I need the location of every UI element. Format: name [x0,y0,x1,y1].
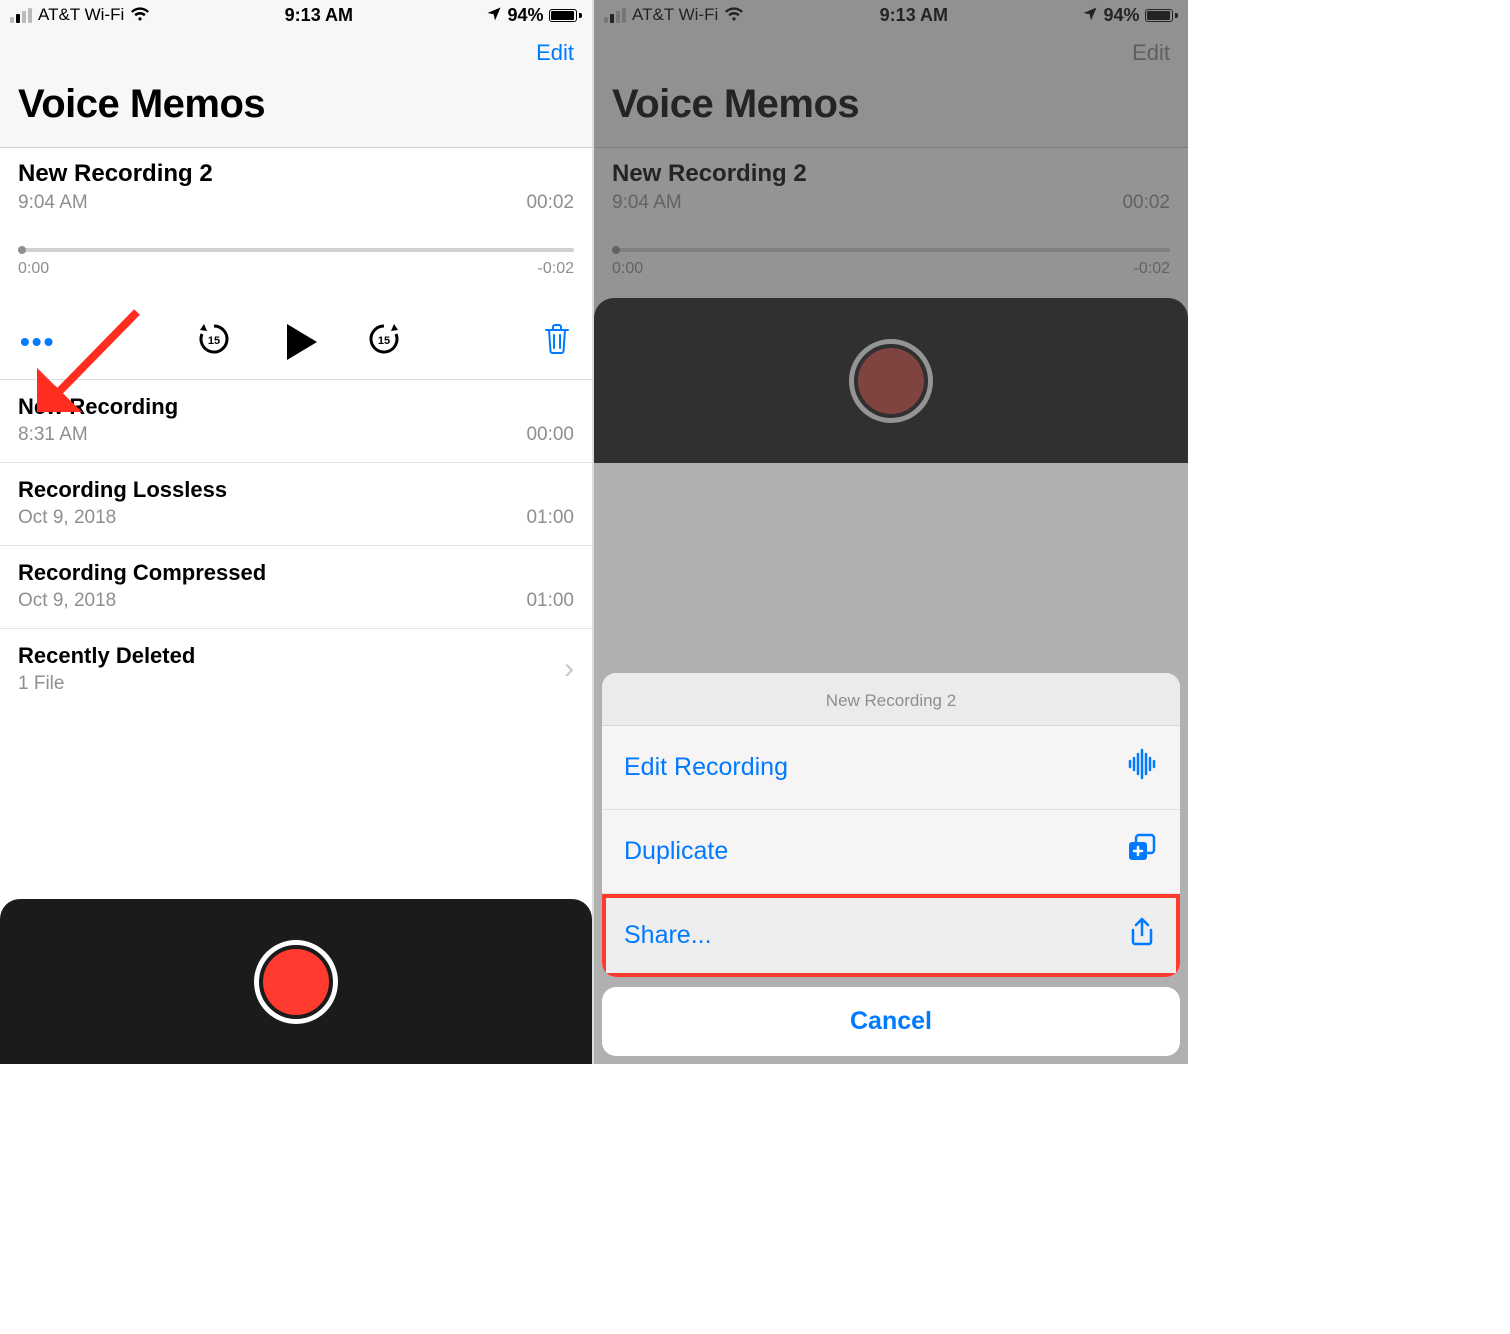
share-option[interactable]: Share... [602,894,1180,977]
action-sheet: New Recording 2 Edit Recording Duplicate… [602,673,1180,1056]
row-title: Recording Lossless [18,477,574,503]
option-label: Edit Recording [624,753,788,782]
waveform-icon [1126,748,1158,787]
battery-icon [549,9,582,22]
chevron-right-icon: › [564,652,574,686]
scrubber[interactable]: 0:00 -0:02 [18,248,574,278]
play-button[interactable] [281,324,317,360]
record-button[interactable] [254,940,338,1024]
screenshot-left: AT&T Wi-Fi 9:13 AM 94% Edit Voice Memos … [0,0,594,1064]
screenshot-right: AT&T Wi-Fi 9:13 AM 94% Edit Voice Memos … [594,0,1188,1064]
edit-recording-option[interactable]: Edit Recording [602,726,1180,810]
list-item[interactable]: Recording Lossless Oct 9, 2018 01:00 [0,463,592,546]
recording-time: 9:04 AM [18,192,88,214]
recently-deleted-row[interactable]: Recently Deleted 1 File › [0,629,592,711]
row-title: Recording Compressed [18,560,574,586]
row-sub: Oct 9, 2018 [18,590,116,612]
cancel-button[interactable]: Cancel [602,987,1180,1056]
scrub-end: -0:02 [538,260,574,278]
option-label: Duplicate [624,837,728,866]
row-title: New Recording [18,394,574,420]
status-bar: AT&T Wi-Fi 9:13 AM 94% [0,0,592,30]
cell-signal-icon [10,8,32,23]
trash-icon[interactable] [542,322,572,361]
wifi-icon [130,6,150,27]
expanded-recording: New Recording 2 9:04 AM 00:02 0:00 -0:02… [0,148,592,380]
carrier-label: AT&T Wi-Fi [38,5,124,25]
duplicate-option[interactable]: Duplicate [602,810,1180,894]
row-dur: 00:00 [526,424,574,446]
row-sub: 8:31 AM [18,424,88,446]
edit-button[interactable]: Edit [536,40,574,66]
page-title: Voice Memos [18,76,574,139]
row-sub: 1 File [18,673,64,695]
share-icon [1126,916,1158,955]
skip-back-15-icon[interactable]: 15 [197,322,231,361]
skip-forward-15-icon[interactable]: 15 [367,322,401,361]
status-time: 9:13 AM [285,5,353,26]
option-label: Share... [624,921,712,950]
row-title: Recently Deleted [18,643,564,669]
row-dur: 01:00 [526,507,574,529]
recording-title[interactable]: New Recording 2 [18,160,574,188]
record-bar [0,899,592,1064]
svg-text:15: 15 [208,335,220,347]
sheet-title: New Recording 2 [602,673,1180,726]
header: Edit Voice Memos [0,30,592,148]
more-options-icon[interactable]: ••• [20,326,55,358]
row-sub: Oct 9, 2018 [18,507,116,529]
duplicate-icon [1126,832,1158,871]
svg-text:15: 15 [378,335,390,347]
row-dur: 01:00 [526,590,574,612]
scrub-start: 0:00 [18,260,49,278]
location-icon [487,5,501,26]
list-item[interactable]: Recording Compressed Oct 9, 2018 01:00 [0,546,592,629]
cancel-label: Cancel [850,1007,932,1035]
battery-pct: 94% [507,5,543,26]
recording-duration: 00:02 [526,192,574,214]
list-item[interactable]: New Recording 8:31 AM 00:00 [0,380,592,463]
